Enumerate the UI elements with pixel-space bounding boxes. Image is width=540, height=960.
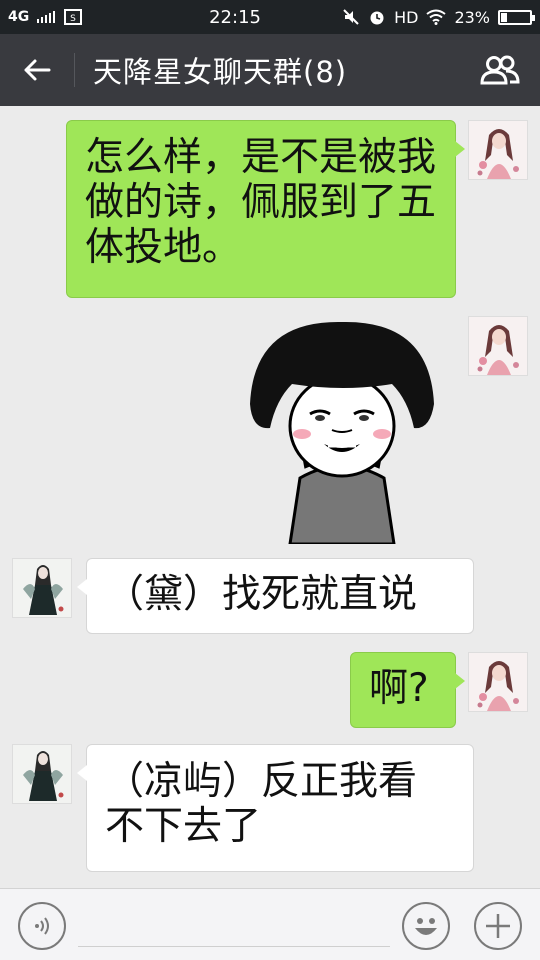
mute-icon — [343, 9, 359, 25]
message-text: 啊? — [369, 666, 429, 711]
contact-avatar[interactable] — [12, 558, 72, 618]
my-avatar[interactable] — [468, 316, 528, 376]
emoji-icon — [415, 918, 437, 935]
message-bubble-sent[interactable]: 啊? — [350, 652, 465, 728]
group-members-icon — [480, 55, 520, 85]
arrow-left-icon — [24, 59, 51, 81]
message-text: （黛）找死就直说 — [105, 572, 418, 617]
battery-icon — [498, 9, 535, 25]
my-avatar[interactable] — [468, 120, 528, 180]
girl-portrait-avatar-icon — [469, 317, 527, 375]
message-input[interactable] — [78, 946, 390, 947]
dark-dress-girl-avatar-icon — [13, 745, 71, 803]
group-members-button[interactable] — [460, 34, 540, 106]
message-bubble-received[interactable]: （凉屿）反正我看不下去了 — [77, 744, 474, 872]
message-bubble-sent[interactable]: 怎么样，是不是被我做的诗，佩服到了五体投地。 — [66, 120, 465, 298]
voice-button[interactable] — [18, 902, 66, 950]
input-bar — [0, 888, 540, 960]
meme-face-image — [244, 318, 440, 546]
message-text: 怎么样，是不是被我做的诗，佩服到了五体投地。 — [85, 135, 437, 270]
screenshot-icon: S — [64, 9, 83, 25]
emoji-button[interactable] — [402, 902, 450, 950]
plus-icon — [486, 914, 510, 938]
chat-title: 天降星女聊天群(8) — [93, 55, 348, 89]
network-type: 4G — [8, 9, 30, 25]
alarm-icon — [370, 11, 384, 25]
girl-portrait-avatar-icon — [469, 653, 527, 711]
contact-avatar[interactable] — [12, 744, 72, 804]
message-list[interactable]: 怎么样，是不是被我做的诗，佩服到了五体投地。 （黛）找死就直说 啊? （凉屿）反… — [0, 106, 540, 888]
hd-indicator: HD — [394, 7, 419, 27]
clock: 22:15 — [209, 6, 261, 28]
mushroom-head-meme-sticker[interactable] — [244, 318, 440, 546]
my-avatar[interactable] — [468, 652, 528, 712]
dark-dress-girl-avatar-icon — [13, 559, 71, 617]
svg-text:S: S — [70, 14, 76, 24]
message-text: （凉屿）反正我看不下去了 — [105, 759, 418, 849]
chat-header: 天降星女聊天群(8) — [0, 34, 540, 106]
back-button[interactable] — [0, 34, 74, 106]
girl-portrait-avatar-icon — [469, 121, 527, 179]
signal-icon — [37, 11, 56, 23]
battery-percent: 23% — [454, 7, 490, 27]
status-bar: 4G S 22:15 HD 23% — [0, 0, 540, 34]
message-bubble-received[interactable]: （黛）找死就直说 — [77, 558, 474, 634]
wifi-icon — [426, 9, 447, 25]
more-button[interactable] — [474, 902, 522, 950]
voice-icon — [35, 917, 49, 935]
